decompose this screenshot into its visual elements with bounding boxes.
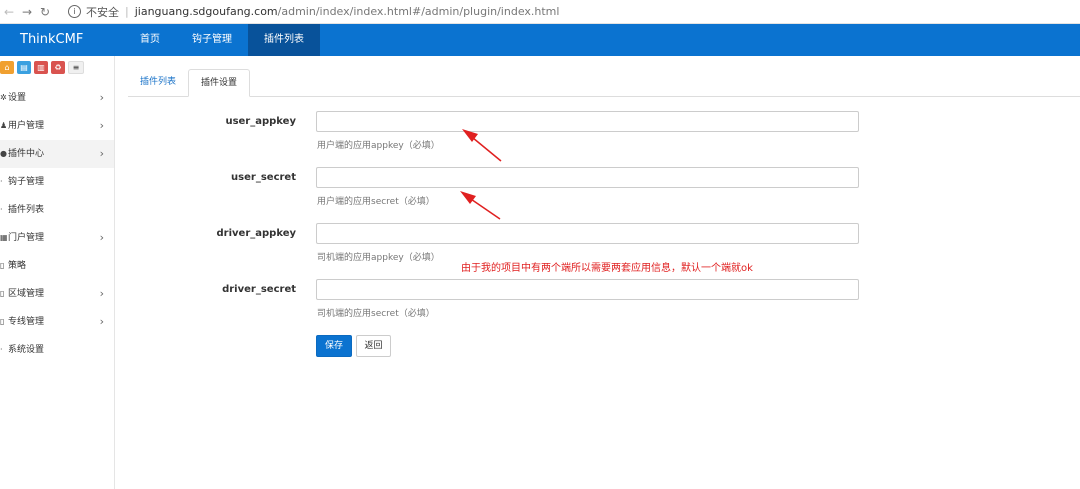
sidebar-item-plugin-list[interactable]: · 插件列表 [0, 196, 114, 224]
sidebar-item-portal[interactable]: ▦ 门户管理 › [0, 224, 114, 252]
th-icon: ▦ [0, 233, 8, 242]
field-help: 司机端的应用secret（必填） [317, 309, 435, 319]
main-content: 插件列表 插件设置 user_appkey 用户端的应用appkey（必填） u… [115, 56, 1080, 489]
user-secret-input[interactable] [316, 167, 859, 188]
save-button[interactable]: 保存 [316, 335, 352, 357]
field-label: user_appkey [225, 116, 296, 127]
reload-icon[interactable]: ↻ [36, 5, 54, 19]
sidebar-item-label: 系统设置 [8, 345, 45, 355]
list-icon[interactable]: ≡ [68, 61, 84, 74]
sidebar-item-line[interactable]: ▯ 专线管理 › [0, 308, 114, 336]
trash-icon[interactable]: ▥ [34, 61, 48, 74]
annotation-note: 由于我的项目中有两个端所以需要两套应用信息，默认一个端就ok [461, 263, 753, 274]
chevron-right-icon: › [99, 119, 104, 132]
top-menu-plugins[interactable]: 插件列表 [248, 24, 320, 56]
bullet-icon: · [0, 205, 3, 214]
tab-plugin-settings[interactable]: 插件设置 [188, 69, 251, 97]
field-label: driver_appkey [216, 228, 297, 239]
home-icon[interactable]: ⌂ [0, 61, 14, 74]
chevron-right-icon: › [99, 287, 104, 300]
field-help: 司机端的应用appkey（必填） [317, 253, 440, 263]
field-label: driver_secret [222, 284, 296, 295]
browser-address-bar: ← → ↻ i 不安全 | jianguang.sdgoufang.com/ad… [0, 0, 1080, 24]
cog-icon: ✲ [0, 93, 7, 102]
sidebar-item-label: 专线管理 [8, 317, 45, 327]
quick-buttons: ⌂ ▤ ▥ ♻ ≡ [0, 56, 114, 77]
top-menu: 首页 钩子管理 插件列表 [124, 24, 320, 56]
back-arrow-icon[interactable]: ← [0, 5, 18, 19]
driver-appkey-input[interactable] [316, 223, 859, 244]
refresh-icon[interactable]: ♻ [51, 61, 65, 74]
bullet-icon: · [0, 345, 3, 354]
url-separator: | [125, 5, 129, 18]
brand-logo[interactable]: ThinkCMF [0, 24, 116, 56]
sidebar-item-label: 设置 [8, 93, 27, 103]
sidebar-item-label: 区域管理 [8, 289, 45, 299]
sidebar-item-label: 门户管理 [8, 233, 45, 243]
tab-bar: 插件列表 插件设置 [128, 69, 1080, 97]
sidebar-item-label: 钩子管理 [8, 177, 45, 187]
field-help: 用户端的应用secret（必填） [317, 197, 435, 207]
bullet-icon: · [0, 177, 3, 186]
sidebar-item-hooks[interactable]: · 钩子管理 [0, 168, 114, 196]
sidebar-item-region[interactable]: ▯ 区域管理 › [0, 280, 114, 308]
document-icon[interactable]: ▤ [17, 61, 31, 74]
sidebar-item-plugin-center[interactable]: ● 插件中心 › [0, 140, 114, 168]
file-icon: ▯ [0, 289, 5, 298]
top-menu-home[interactable]: 首页 [124, 24, 176, 56]
user-appkey-input[interactable] [316, 111, 859, 132]
sidebar-item-users[interactable]: ♟ 用户管理 › [0, 112, 114, 140]
driver-secret-input[interactable] [316, 279, 859, 300]
url-field[interactable]: jianguang.sdgoufang.com/admin/index/inde… [135, 5, 560, 18]
chevron-right-icon: › [99, 147, 104, 160]
sidebar-item-strategy[interactable]: ▯ 策略 [0, 252, 114, 280]
top-menu-hooks[interactable]: 钩子管理 [176, 24, 248, 56]
chevron-right-icon: › [99, 91, 104, 104]
sidebar-item-system-settings[interactable]: · 系统设置 [0, 336, 114, 364]
chevron-right-icon: › [99, 315, 104, 328]
url-host: jianguang.sdgoufang.com [134, 5, 278, 18]
forward-arrow-icon[interactable]: → [18, 5, 36, 19]
info-icon[interactable]: i [68, 5, 81, 18]
sidebar-item-label: 插件中心 [8, 149, 45, 159]
insecure-label: 不安全 [86, 5, 119, 19]
sidebar-item-label: 策略 [8, 261, 27, 271]
field-help: 用户端的应用appkey（必填） [317, 141, 440, 151]
sidebar-menu: ✲ 设置 › ♟ 用户管理 › ● 插件中心 › · 钩子管理 · 插件列表 ▦… [0, 84, 114, 364]
url-path: /admin/index/index.html#/admin/plugin/in… [277, 5, 560, 18]
cloud-icon: ● [0, 149, 7, 158]
chevron-right-icon: › [99, 231, 104, 244]
sidebar-item-settings[interactable]: ✲ 设置 › [0, 84, 114, 112]
tab-plugin-list[interactable]: 插件列表 [128, 69, 188, 96]
top-navbar: ThinkCMF 首页 钩子管理 插件列表 [0, 24, 1080, 56]
back-button[interactable]: 返回 [356, 335, 391, 357]
field-label: user_secret [231, 172, 296, 183]
sidebar-item-label: 插件列表 [8, 205, 45, 215]
file-icon: ▯ [0, 317, 5, 326]
sidebar-item-label: 用户管理 [8, 121, 45, 131]
users-icon: ♟ [0, 121, 8, 130]
sidebar: ⌂ ▤ ▥ ♻ ≡ ✲ 设置 › ♟ 用户管理 › ● 插件中心 › · 钩子管… [0, 56, 115, 489]
file-icon: ▯ [0, 261, 5, 270]
